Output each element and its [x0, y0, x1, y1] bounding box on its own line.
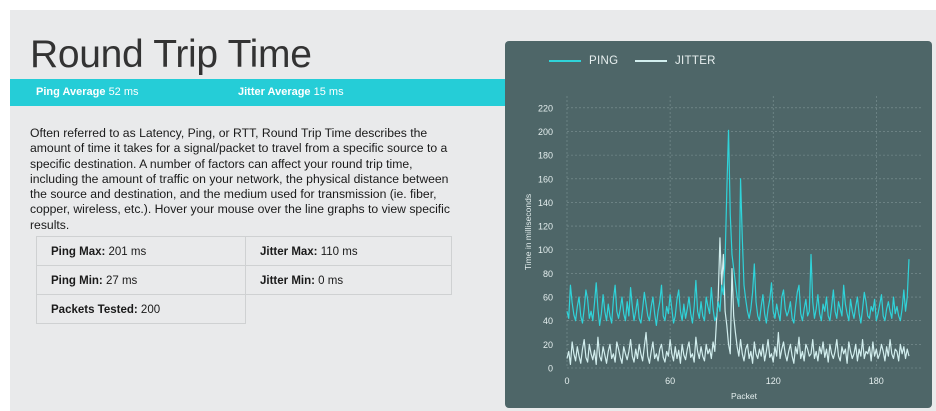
rtt-chart-panel[interactable]: PING JITTER 0 20 40 60 80 100 120 140 160 180 200 2… — [505, 41, 932, 408]
metric-jitter-min: Jitter Min: 0 ms — [245, 266, 452, 295]
metric-label: Ping Max: — [51, 246, 106, 258]
y-tick-label: 80 — [543, 269, 553, 279]
x-tick-label: 0 — [564, 376, 569, 386]
metric-value: 201 ms — [108, 246, 147, 258]
metric-label: Ping Min: — [51, 275, 103, 287]
y-tick-label: 0 — [548, 364, 553, 374]
metric-ping-max: Ping Max: 201 ms — [36, 237, 246, 266]
x-tick-label: 60 — [665, 376, 675, 386]
page-title: Round Trip Time — [30, 33, 312, 76]
metrics-table: Ping Max: 201 ms Jitter Max: 110 ms Ping… — [36, 236, 452, 327]
y-tick-label: 160 — [538, 174, 553, 184]
rtt-line-chart[interactable]: 0 20 40 60 80 100 120 140 160 180 200 220 0 60 120 180 P… — [505, 41, 932, 408]
metric-label: Packets Tested: — [51, 304, 138, 316]
ping-average: Ping Average 52 ms — [36, 86, 139, 98]
y-tick-label: 140 — [538, 198, 553, 208]
metric-label: Jitter Min: — [260, 275, 315, 287]
jitter-average-label: Jitter Average — [238, 86, 311, 98]
y-tick-label: 200 — [538, 127, 553, 137]
y-tick-label: 60 — [543, 293, 553, 303]
jitter-average-value: 15 ms — [313, 86, 344, 98]
x-tick-label: 180 — [869, 376, 884, 386]
metric-jitter-max: Jitter Max: 110 ms — [245, 237, 452, 266]
ping-series-line[interactable] — [566, 129, 910, 327]
x-tick-label: 120 — [766, 376, 781, 386]
rtt-description: Often referred to as Latency, Ping, or R… — [30, 126, 450, 232]
x-axis-title: Packet — [731, 391, 758, 401]
metric-packets-tested: Packets Tested: 200 — [36, 295, 246, 324]
metric-value: 0 ms — [318, 275, 344, 287]
y-tick-label: 220 — [538, 103, 553, 113]
metric-value: 200 — [140, 304, 161, 316]
y-axis-title: Time in milliseconds — [523, 194, 533, 270]
y-tick-label: 180 — [538, 151, 553, 161]
ping-average-value: 52 ms — [108, 86, 139, 98]
metric-value: 27 ms — [105, 275, 138, 287]
y-tick-label: 120 — [538, 222, 553, 232]
metric-ping-min: Ping Min: 27 ms — [36, 266, 246, 295]
y-tick-label: 40 — [543, 316, 553, 326]
averages-bar: Ping Average 52 ms Jitter Average 15 ms — [10, 79, 514, 106]
ping-average-label: Ping Average — [36, 86, 106, 98]
y-tick-label: 100 — [538, 245, 553, 255]
jitter-average: Jitter Average 15 ms — [238, 86, 344, 98]
metric-label: Jitter Max: — [260, 246, 318, 258]
y-tick-label: 20 — [543, 340, 553, 350]
metric-value: 110 ms — [320, 246, 358, 258]
